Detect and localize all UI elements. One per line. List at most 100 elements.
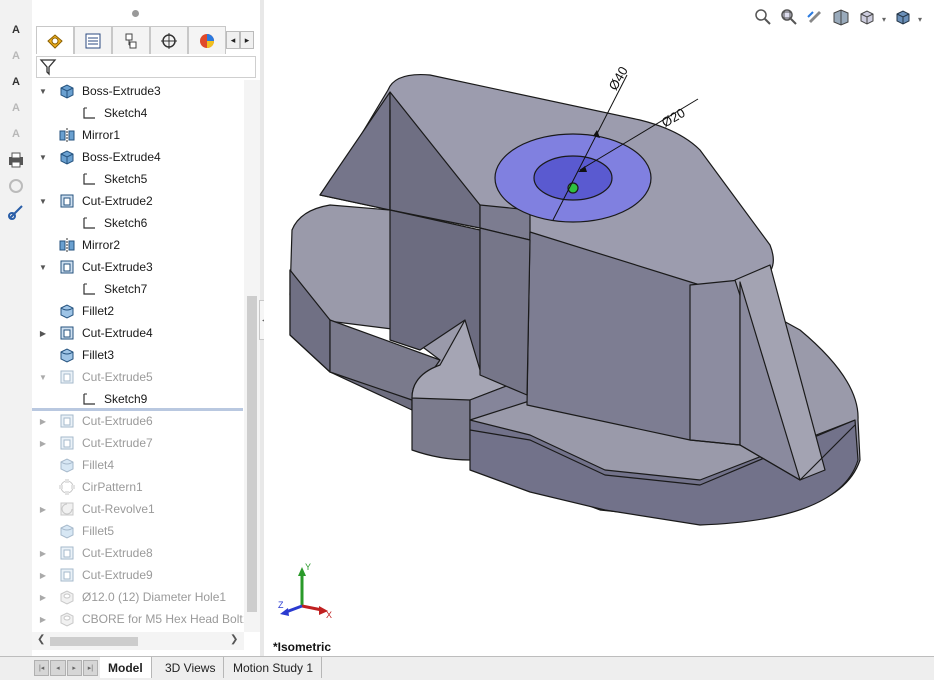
tree-vertical-scrollbar[interactable] <box>244 80 260 632</box>
datum-icon[interactable] <box>6 176 26 196</box>
tree-item[interactable]: ▼ Boss-Extrude3 <box>32 80 244 102</box>
tree-item[interactable]: Fillet2 <box>32 300 244 322</box>
tab-model[interactable]: Model <box>100 657 152 678</box>
tree-item[interactable]: Sketch4 <box>32 102 244 124</box>
expand-icon[interactable]: ▶ <box>38 417 48 426</box>
cut-extrude-icon <box>58 324 76 342</box>
tree-item[interactable]: Fillet5 <box>32 520 244 542</box>
tree-item[interactable]: Sketch6 <box>32 212 244 234</box>
fillet-icon <box>58 522 76 540</box>
mirror-icon <box>58 126 76 144</box>
horizontal-scroll-thumb[interactable] <box>50 637 138 646</box>
tree-item-label: Cut-Extrude6 <box>82 414 153 428</box>
sketch-icon <box>80 104 98 122</box>
tree-item[interactable]: Mirror1 <box>32 124 244 146</box>
tab-feature-manager[interactable] <box>36 26 74 54</box>
tree-item-label: Cut-Extrude8 <box>82 546 153 560</box>
tree-item-label: Cut-Revolve1 <box>82 502 155 516</box>
tree-item-label: Sketch7 <box>104 282 148 296</box>
expand-icon[interactable]: ▶ <box>38 615 48 624</box>
extrude-icon <box>58 82 76 100</box>
tree-item-label: Cut-Extrude5 <box>82 370 153 384</box>
graphics-area[interactable]: ▾ ▾ Ø40 Ø20 Y X Z *Isometric <box>264 0 934 656</box>
reference-triad: Y X Z <box>278 562 332 620</box>
tree-item[interactable]: ▼ Boss-Extrude4 <box>32 146 244 168</box>
tolerance-icon[interactable] <box>6 202 26 222</box>
tab-scroll-left-icon[interactable]: ◂ <box>226 31 240 49</box>
tree-item[interactable]: ▶ Cut-Extrude4 <box>32 322 244 344</box>
tab-scroll-right-icon[interactable]: ▸ <box>240 31 254 49</box>
collapse-icon[interactable]: ▼ <box>38 87 48 96</box>
expand-icon[interactable]: ▶ <box>38 593 48 602</box>
cut-extrude-icon <box>58 544 76 562</box>
tree-item-label: Cut-Extrude3 <box>82 260 153 274</box>
part-model[interactable]: Ø40 Ø20 <box>264 0 934 656</box>
tree-horizontal-scrollbar[interactable]: ❮ ❯ <box>32 632 244 650</box>
collapse-icon[interactable]: ▼ <box>38 373 48 382</box>
tree-item[interactable]: ▶ Cut-Extrude9 <box>32 564 244 586</box>
tree-item[interactable]: Mirror2 <box>32 234 244 256</box>
expand-icon[interactable]: ▶ <box>38 549 48 558</box>
expand-icon[interactable]: ▶ <box>38 571 48 580</box>
annotation-a-icon[interactable]: A <box>6 20 26 40</box>
fillet-icon <box>58 346 76 364</box>
collapse-icon[interactable]: ▼ <box>38 197 48 206</box>
expand-icon[interactable]: ▶ <box>38 505 48 514</box>
printer-icon[interactable] <box>6 150 26 170</box>
scroll-right-icon[interactable]: ❯ <box>230 634 238 645</box>
tree-item[interactable]: ▶ Cut-Extrude7 <box>32 432 244 454</box>
tree-item-label: CBORE for M5 Hex Head Bolt1 <box>82 612 244 626</box>
tree-item[interactable]: ▼ Cut-Extrude3 <box>32 256 244 278</box>
feature-filter-input[interactable] <box>36 56 256 78</box>
tree-item[interactable]: CirPattern1 <box>32 476 244 498</box>
note-icon[interactable]: A <box>6 72 26 92</box>
tree-item[interactable]: ▶ Cut-Extrude8 <box>32 542 244 564</box>
tree-item-label: Fillet5 <box>82 524 115 538</box>
collapse-icon[interactable]: ▼ <box>38 153 48 162</box>
first-tab-icon[interactable]: |◂ <box>34 660 50 676</box>
panel-tabs: ◂ ▸ <box>36 26 260 54</box>
expand-icon[interactable]: ▶ <box>38 329 48 338</box>
tree-item-label: Sketch5 <box>104 172 148 186</box>
dimension-outer-diameter[interactable]: Ø40 <box>606 64 631 93</box>
property-manager-icon <box>85 33 101 48</box>
configuration-manager-icon <box>125 33 137 48</box>
tab-navigation: |◂ ◂ ▸ ▸| <box>34 660 98 676</box>
tree-item[interactable]: Fillet4 <box>32 454 244 476</box>
sketch-icon <box>80 390 98 408</box>
panel-grip-icon[interactable] <box>132 10 139 17</box>
tree-item[interactable]: ▶ CBORE for M5 Hex Head Bolt1 <box>32 608 244 630</box>
tree-item[interactable]: ▼ Cut-Extrude2 <box>32 190 244 212</box>
prev-tab-icon[interactable]: ◂ <box>50 660 66 676</box>
next-tab-icon[interactable]: ▸ <box>66 660 82 676</box>
tree-item[interactable]: Sketch5 <box>32 168 244 190</box>
tree-item[interactable]: Fillet3 <box>32 344 244 366</box>
tree-item[interactable]: ▶ Cut-Extrude6 <box>32 410 244 432</box>
tab-display-manager[interactable] <box>188 26 226 54</box>
balloon-icon[interactable]: A <box>6 98 26 118</box>
tab-motion-study[interactable]: Motion Study 1 <box>225 657 323 678</box>
tree-item-label: Boss-Extrude3 <box>82 84 161 98</box>
annotation-b-icon[interactable]: A <box>6 46 26 66</box>
scroll-left-icon[interactable]: ❮ <box>37 634 45 645</box>
last-tab-icon[interactable]: ▸| <box>82 660 98 676</box>
tab-configuration-manager[interactable] <box>112 26 150 54</box>
surface-finish-icon[interactable]: A <box>6 124 26 144</box>
collapse-icon[interactable]: ▼ <box>38 263 48 272</box>
tree-item[interactable]: Sketch9 <box>32 388 244 410</box>
triad-x-label: X <box>326 610 332 620</box>
tree-item[interactable]: ▼ Cut-Extrude5 <box>32 366 244 388</box>
dimension-inner-diameter[interactable]: Ø20 <box>659 105 688 130</box>
expand-icon[interactable]: ▶ <box>38 439 48 448</box>
tree-item[interactable]: ▶ Ø12.0 (12) Diameter Hole1 <box>32 586 244 608</box>
feature-manager-panel: ◂ ▸ ▼ Boss-Extrude3 Sketch4 Mirror1 ▼ Boss-Ex… <box>32 0 261 656</box>
rollback-bar[interactable] <box>32 408 243 411</box>
tab-3d-views[interactable]: 3D Views <box>157 657 225 678</box>
tree-item[interactable]: ▶ Cut-Revolve1 <box>32 498 244 520</box>
tab-property-manager[interactable] <box>74 26 112 54</box>
vertical-scroll-thumb[interactable] <box>247 296 257 612</box>
tree-item[interactable]: Sketch7 <box>32 278 244 300</box>
tree-item-label: Sketch4 <box>104 106 148 120</box>
tab-dimxpert-manager[interactable] <box>150 26 188 54</box>
feature-manager-icon <box>47 33 63 49</box>
